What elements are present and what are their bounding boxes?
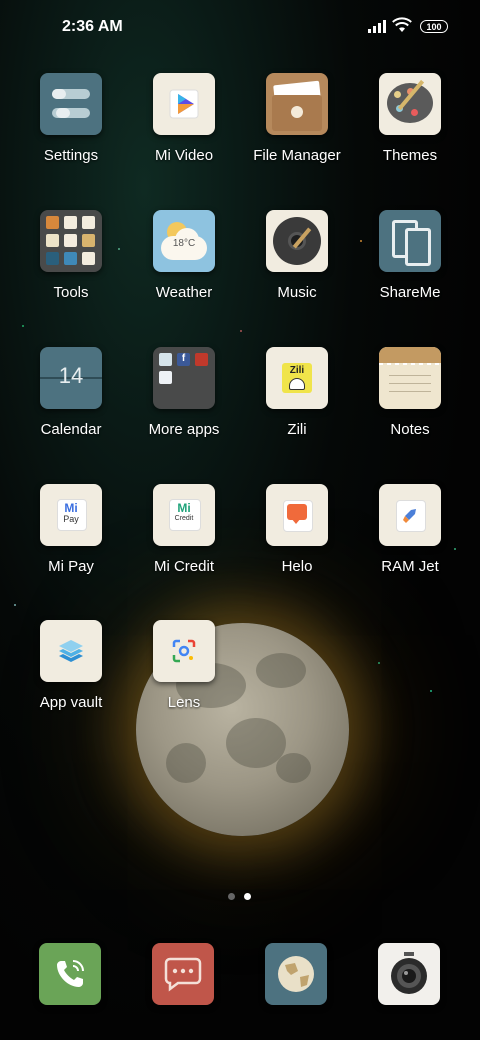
app-file-manager[interactable]: File Manager xyxy=(242,73,352,193)
vinyl-icon xyxy=(266,210,328,272)
signal-icon xyxy=(368,20,386,33)
app-calendar[interactable]: 14 Calendar xyxy=(16,347,126,467)
dock-messaging[interactable] xyxy=(152,943,214,1005)
globe-icon xyxy=(278,956,314,992)
app-shareme[interactable]: ShareMe xyxy=(355,210,465,330)
dock-browser[interactable] xyxy=(265,943,327,1005)
zili-icon: Zili xyxy=(266,347,328,409)
app-label: App vault xyxy=(39,694,103,711)
app-themes[interactable]: Themes xyxy=(355,73,465,193)
phone-icon xyxy=(57,960,84,987)
app-helo[interactable]: Helo xyxy=(242,484,352,604)
layers-icon xyxy=(40,620,102,682)
app-settings[interactable]: Settings xyxy=(16,73,126,193)
app-app-vault[interactable]: App vault xyxy=(16,620,126,740)
rocket-icon xyxy=(379,484,441,546)
page-dot-2[interactable] xyxy=(244,893,251,900)
app-zili[interactable]: Zili Zili xyxy=(242,347,352,467)
settings-icon xyxy=(40,73,102,135)
calendar-icon: 14 xyxy=(40,347,102,409)
message-icon xyxy=(164,957,202,992)
play-icon xyxy=(153,73,215,135)
app-label: Helo xyxy=(281,558,313,575)
app-label: Mi Pay xyxy=(48,558,94,575)
app-label: Tools xyxy=(53,284,89,301)
app-label: RAM Jet xyxy=(381,558,439,575)
app-label: Lens xyxy=(167,694,201,711)
app-label: Weather xyxy=(155,284,213,301)
app-tools[interactable]: Tools xyxy=(16,210,126,330)
page-dot-1[interactable] xyxy=(228,893,235,900)
status-bar: 2:36 AM 100 xyxy=(0,0,480,56)
app-label: ShareMe xyxy=(379,284,441,301)
tools-folder-icon xyxy=(40,210,102,272)
app-more-apps[interactable]: f More apps xyxy=(129,347,239,467)
mi-pay-icon: Mi Pay xyxy=(40,484,102,546)
cloud-icon: 18°C xyxy=(153,210,215,272)
app-mi-pay[interactable]: Mi Pay Mi Pay xyxy=(16,484,126,604)
dock-phone[interactable] xyxy=(39,943,101,1005)
app-label: Zili xyxy=(287,421,307,438)
app-mi-credit[interactable]: Mi Credit Mi Credit xyxy=(129,484,239,604)
app-music[interactable]: Music xyxy=(242,210,352,330)
app-label: Themes xyxy=(382,147,438,164)
folder-icon xyxy=(266,73,328,135)
apps-folder-icon: f xyxy=(153,347,215,409)
battery-indicator: 100 xyxy=(420,20,448,33)
app-label: Mi Video xyxy=(154,147,214,164)
app-label: Mi Credit xyxy=(153,558,214,575)
notepad-icon xyxy=(379,347,441,409)
lens-icon xyxy=(153,620,215,682)
app-label: More apps xyxy=(148,421,220,438)
mi-credit-icon: Mi Credit xyxy=(153,484,215,546)
app-label: Settings xyxy=(43,147,99,164)
camera-icon xyxy=(391,952,427,994)
app-label: Music xyxy=(277,284,317,301)
app-label: Notes xyxy=(390,421,430,438)
app-weather[interactable]: 18°C Weather xyxy=(129,210,239,330)
app-ram-jet[interactable]: RAM Jet xyxy=(355,484,465,604)
app-mi-video[interactable]: Mi Video xyxy=(129,73,239,193)
chat-bubble-icon xyxy=(266,484,328,546)
palette-icon xyxy=(379,73,441,135)
dock-camera[interactable] xyxy=(378,943,440,1005)
app-label: File Manager xyxy=(253,147,341,164)
wifi-icon xyxy=(392,17,412,32)
app-label: Calendar xyxy=(40,421,102,438)
app-lens[interactable]: Lens xyxy=(129,620,239,740)
app-notes[interactable]: Notes xyxy=(355,347,465,467)
clock: 2:36 AM xyxy=(62,18,123,35)
share-devices-icon xyxy=(379,210,441,272)
